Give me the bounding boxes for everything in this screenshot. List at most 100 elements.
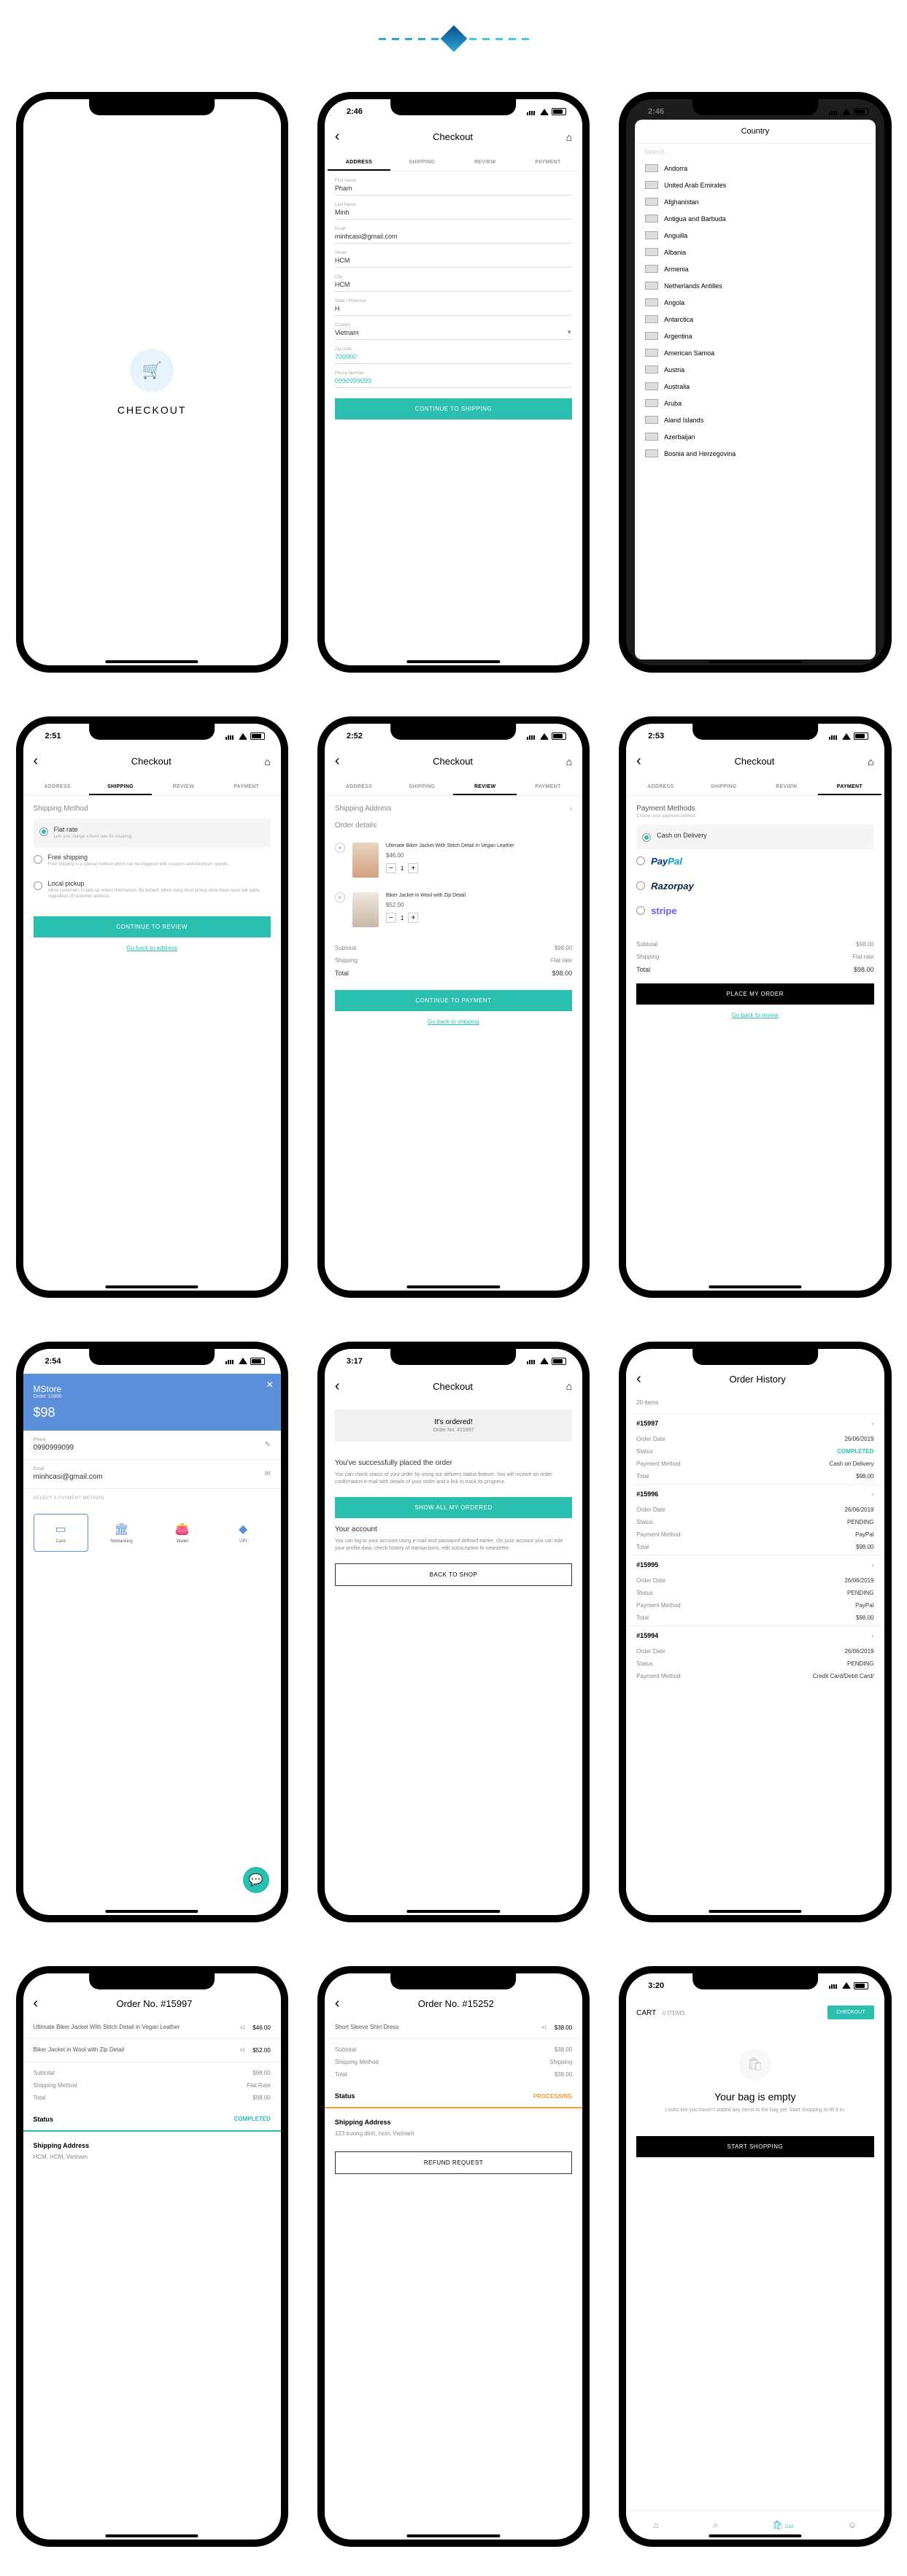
pm-wallet[interactable]: 👛Wallet: [155, 1514, 209, 1552]
country-item[interactable]: Argentina: [635, 328, 875, 344]
order-card[interactable]: #15996›Order Date26/06/2019StatusPENDING…: [626, 1484, 884, 1553]
home-button[interactable]: ⌂: [264, 756, 270, 767]
country-search-input[interactable]: Search...: [635, 144, 875, 160]
continue-shipping-button[interactable]: CONTINUE TO SHIPPING: [335, 398, 572, 419]
back-button[interactable]: ‹: [636, 1371, 641, 1388]
tab-address[interactable]: ADDRESS: [328, 155, 390, 171]
place-order-button[interactable]: PLACE MY ORDER: [636, 983, 873, 1005]
home-button[interactable]: ⌂: [566, 1380, 572, 1392]
nav-search[interactable]: ⌕: [713, 2520, 718, 2531]
edit-phone-button[interactable]: ✎: [264, 1441, 270, 1449]
qty-plus-button[interactable]: +: [408, 913, 418, 923]
lastname-input[interactable]: Minh: [335, 209, 572, 220]
show-orders-button[interactable]: SHOW ALL MY ORDERED: [335, 1497, 572, 1518]
shipping-address-row[interactable]: Shipping Address›: [335, 805, 572, 813]
tab-review[interactable]: REVIEW: [453, 780, 516, 795]
continue-payment-button[interactable]: CONTINUE TO PAYMENT: [335, 990, 572, 1011]
checkout-button[interactable]: CHECKOUT: [827, 2006, 873, 2019]
back-button[interactable]: ‹: [335, 1378, 340, 1395]
home-button[interactable]: ⌂: [566, 131, 572, 143]
country-item[interactable]: Angola: [635, 294, 875, 311]
country-item[interactable]: Armenia: [635, 260, 875, 277]
country-item[interactable]: Afghanistan: [635, 193, 875, 210]
back-to-address-link[interactable]: Go back to address: [34, 945, 271, 951]
country-item[interactable]: United Arab Emirates: [635, 177, 875, 193]
qty-plus-button[interactable]: +: [408, 863, 418, 873]
country-item[interactable]: Anguilla: [635, 227, 875, 244]
tab-payment[interactable]: PAYMENT: [818, 780, 881, 795]
state-input[interactable]: H: [335, 305, 572, 316]
tab-address[interactable]: ADDRESS: [328, 780, 390, 795]
close-button[interactable]: ✕: [266, 1380, 274, 1390]
nav-cart[interactable]: 🛍Cart: [773, 2520, 794, 2531]
country-item[interactable]: American Samoa: [635, 344, 875, 361]
country-item[interactable]: Aland Islands: [635, 411, 875, 428]
home-button[interactable]: ⌂: [566, 756, 572, 767]
phone-input[interactable]: 0990999099: [335, 377, 572, 388]
order-card[interactable]: #15997›Order Date26/06/2019StatusCOMPLET…: [626, 1413, 884, 1482]
back-button[interactable]: ‹: [34, 753, 39, 770]
tab-shipping[interactable]: SHIPPING: [390, 155, 453, 171]
payment-razorpay[interactable]: Razorpay: [636, 874, 873, 899]
payment-cod[interactable]: Cash on Delivery: [636, 824, 873, 849]
order-card[interactable]: #15995›Order Date26/06/2019StatusPENDING…: [626, 1555, 884, 1624]
tab-address[interactable]: ADDRESS: [629, 780, 692, 795]
country-item[interactable]: Netherlands Antilles: [635, 277, 875, 294]
start-shopping-button[interactable]: START SHOPPING: [636, 2136, 873, 2157]
back-button[interactable]: ‹: [34, 1995, 39, 2012]
qty-minus-button[interactable]: −: [386, 913, 396, 923]
back-to-shipping-link[interactable]: Go back to shipping: [335, 1018, 572, 1025]
country-item[interactable]: Antarctica: [635, 311, 875, 328]
pm-upi[interactable]: ◆UPI: [215, 1514, 270, 1552]
tab-review[interactable]: REVIEW: [453, 155, 516, 171]
country-item[interactable]: Austria: [635, 361, 875, 378]
tab-payment[interactable]: PAYMENT: [517, 780, 579, 795]
country-item[interactable]: Bosnia and Herzegovina: [635, 445, 875, 462]
country-item[interactable]: Aruba: [635, 395, 875, 411]
country-item[interactable]: Albania: [635, 244, 875, 260]
back-button[interactable]: ‹: [335, 128, 340, 145]
shipping-free[interactable]: Free shippingFree shipping is a special …: [34, 848, 271, 874]
back-button[interactable]: ‹: [636, 753, 641, 770]
home-button[interactable]: ⌂: [868, 756, 873, 767]
order-card[interactable]: #15994›Order Date26/06/2019StatusPENDING…: [626, 1625, 884, 1682]
refund-request-button[interactable]: REFUND REQUEST: [335, 2151, 572, 2174]
tab-address[interactable]: ADDRESS: [26, 780, 89, 795]
product-price: $52.00: [386, 902, 572, 908]
payment-stripe[interactable]: stripe: [636, 899, 873, 924]
payment-paypal[interactable]: PayPal: [636, 849, 873, 874]
back-button[interactable]: ‹: [335, 753, 340, 770]
remove-item-button[interactable]: ×: [335, 892, 345, 902]
country-item[interactable]: Andorra: [635, 160, 875, 177]
firstname-input[interactable]: Pham: [335, 185, 572, 196]
country-select[interactable]: Vietnam▼: [335, 329, 572, 340]
country-item[interactable]: Australia: [635, 378, 875, 395]
shipping-local[interactable]: Local pickupAllow customers to pick up o…: [34, 874, 271, 906]
tab-shipping[interactable]: SHIPPING: [390, 780, 453, 795]
phone-history: ‹Order History 20 items #15997›Order Dat…: [619, 1342, 891, 1922]
pm-card[interactable]: ▭Card: [34, 1514, 88, 1552]
continue-review-button[interactable]: CONTINUE TO REVIEW: [34, 916, 271, 937]
chat-fab[interactable]: 💬: [243, 1867, 269, 1893]
tab-shipping[interactable]: SHIPPING: [692, 780, 755, 795]
tab-review[interactable]: REVIEW: [755, 780, 818, 795]
zip-input[interactable]: 700000: [335, 353, 572, 364]
city-input[interactable]: HCM: [335, 281, 572, 292]
street-input[interactable]: HCM: [335, 257, 572, 268]
remove-item-button[interactable]: ×: [335, 843, 345, 853]
nav-profile[interactable]: ☺: [848, 2520, 857, 2531]
pm-netbanking[interactable]: 🏛Netbanking: [94, 1514, 149, 1552]
shipping-flat-rate[interactable]: Flat rateLets you charge a fixed rate fo…: [34, 819, 271, 848]
nav-home[interactable]: ⌂: [653, 2520, 658, 2531]
country-item[interactable]: Antigua and Barbuda: [635, 210, 875, 227]
back-to-shop-button[interactable]: BACK TO SHOP: [335, 1563, 572, 1586]
back-to-review-link[interactable]: Go back to review: [636, 1012, 873, 1018]
tab-payment[interactable]: PAYMENT: [215, 780, 277, 795]
qty-minus-button[interactable]: −: [386, 863, 396, 873]
back-button[interactable]: ‹: [335, 1995, 340, 2012]
email-input[interactable]: minhcasi@gmail.com: [335, 233, 572, 244]
country-item[interactable]: Azerbaijan: [635, 428, 875, 445]
tab-shipping[interactable]: SHIPPING: [89, 780, 152, 795]
tab-review[interactable]: REVIEW: [152, 780, 215, 795]
tab-payment[interactable]: PAYMENT: [517, 155, 579, 171]
